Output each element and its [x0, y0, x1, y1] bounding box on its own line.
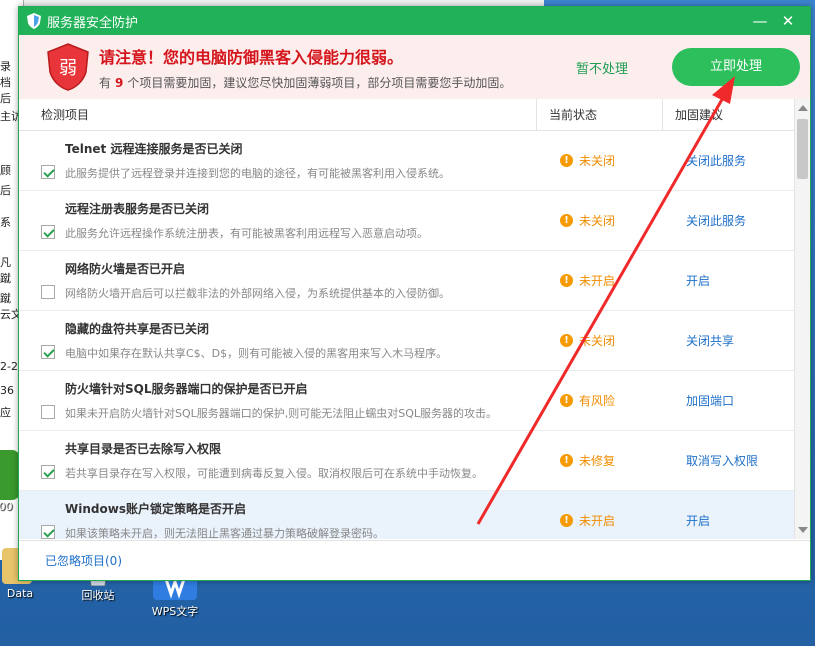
alert-subtext: 有 9 个项目需要加固，建议您尽快加固薄弱项目，部分项目需要您手动加固。 [99, 74, 576, 91]
table-row[interactable]: 防火墙针对SQL服务器端口的保护是否已开启如果未开启防火墙针对SQL服务器端口的… [19, 371, 810, 431]
row-status-text: 未关闭 [579, 214, 616, 228]
row-item-desc: 此服务提供了远程登录并连接到您的电脑的途径，有可能被黑客利用入侵系统。 [65, 167, 450, 180]
scroll-down-icon[interactable] [798, 527, 808, 533]
check-table: 检测项目 当前状态 加固建议 Telnet 远程连接服务是否已关闭此服务提供了远… [19, 99, 810, 539]
header-status: 当前状态 [536, 99, 662, 130]
scroll-thumb[interactable] [797, 119, 808, 179]
row-info: Windows账户锁定策略是否开启如果该策略未开启，则无法阻止黑客通过暴力策略破… [65, 500, 550, 539]
alert-banner: 弱 请注意！您的电脑防御黑客入侵能力很弱。 有 9 个项目需要加固，建议您尽快加固薄… [19, 35, 810, 99]
row-advice-link[interactable]: 关闭共享 [676, 332, 809, 349]
fix-now-button[interactable]: 立即处理 [672, 48, 800, 86]
row-advice-link[interactable]: 取消写入权限 [676, 452, 809, 469]
row-checkbox[interactable] [41, 164, 55, 179]
row-status-text: 未开启 [579, 274, 616, 288]
row-checkbox[interactable] [41, 464, 55, 479]
weak-item-count: 9 [115, 75, 124, 90]
desktop-icon-label: WPS文字 [151, 605, 199, 618]
dialog-title: 服务器安全防护 [47, 15, 139, 31]
row-info: 隐藏的盘符共享是否已关闭电脑中如果存在默认共享C$、D$，则有可能被入侵的黑客用… [65, 320, 550, 361]
table-header: 检测项目 当前状态 加固建议 [19, 99, 810, 131]
row-advice-link[interactable]: 关闭此服务 [676, 152, 809, 169]
row-advice-link[interactable]: 关闭此服务 [676, 212, 809, 229]
row-status-text: 未关闭 [579, 334, 616, 348]
table-body: Telnet 远程连接服务是否已关闭此服务提供了远程登录并连接到您的电脑的途径，… [19, 131, 810, 539]
row-checkbox[interactable] [41, 284, 55, 299]
row-item-name: 网络防火墙是否已开启 [65, 262, 186, 276]
desktop-icon-label: Data [6, 587, 34, 600]
warning-icon: ! [560, 514, 573, 527]
warning-icon: ! [560, 214, 573, 227]
dialog-footer: 已忽略项目(0) [19, 540, 810, 580]
security-dialog: 服务器安全防护 — ✕ 弱 请注意！您的电脑防御黑客入侵能力很弱。 有 9 个项目需… [18, 6, 811, 581]
row-checkbox[interactable] [41, 404, 55, 419]
weak-shield-icon: 弱 [47, 43, 89, 91]
row-info: 共享目录是否已去除写入权限若共享目录存在写入权限，可能遭到病毒反复入侵。取消权限… [65, 440, 550, 481]
close-button[interactable]: ✕ [774, 12, 802, 30]
warning-icon: ! [560, 274, 573, 287]
weak-badge-text: 弱 [59, 58, 77, 79]
row-info: 防火墙针对SQL服务器端口的保护是否已开启如果未开启防火墙针对SQL服务器端口的… [65, 380, 550, 421]
table-row[interactable]: 共享目录是否已去除写入权限若共享目录存在写入权限，可能遭到病毒反复入侵。取消权限… [19, 431, 810, 491]
alert-headline: 请注意！您的电脑防御黑客入侵能力很弱。 [99, 47, 404, 67]
row-status: ! 有风险 [550, 392, 676, 409]
row-status: ! 未修复 [550, 452, 676, 469]
row-checkbox[interactable] [41, 224, 55, 239]
row-item-desc: 此服务允许远程操作系统注册表，有可能被黑客利用远程写入恶意启动项。 [65, 227, 428, 240]
table-row[interactable]: Windows账户锁定策略是否开启如果该策略未开启，则无法阻止黑客通过暴力策略破… [19, 491, 810, 539]
table-row[interactable]: Telnet 远程连接服务是否已关闭此服务提供了远程登录并连接到您的电脑的途径，… [19, 131, 810, 191]
desktop-icon-label: 回收站 [81, 589, 115, 602]
row-item-desc: 如果未开启防火墙针对SQL服务器端口的保护,则可能无法阻止蠕虫对SQL服务器的攻… [65, 407, 498, 420]
row-item-desc: 若共享目录存在写入权限，可能遭到病毒反复入侵。取消权限后可在系统中手动恢复。 [65, 467, 483, 480]
warning-icon: ! [560, 334, 573, 347]
row-item-desc: 电脑中如果存在默认共享C$、D$，则有可能被入侵的黑客用来写入木马程序。 [65, 347, 448, 360]
row-advice-link[interactable]: 开启 [676, 272, 809, 289]
row-info: 远程注册表服务是否已关闭此服务允许远程操作系统注册表，有可能被黑客利用远程写入恶… [65, 200, 550, 241]
minimize-button[interactable]: — [746, 12, 774, 30]
row-item-name: Windows账户锁定策略是否开启 [65, 502, 246, 516]
vertical-scrollbar[interactable] [794, 99, 810, 539]
row-status-text: 有风险 [579, 394, 616, 408]
alert-sub-suffix: 个项目需要加固，建议您尽快加固薄弱项目，部分项目需要您手动加固。 [127, 75, 512, 90]
row-item-desc: 如果该策略未开启，则无法阻止黑客通过暴力策略破解登录密码。 [65, 527, 384, 539]
warning-icon: ! [560, 454, 573, 467]
table-row[interactable]: 隐藏的盘符共享是否已关闭电脑中如果存在默认共享C$、D$，则有可能被入侵的黑客用… [19, 311, 810, 371]
warning-icon: ! [560, 154, 573, 167]
row-item-name: Telnet 远程连接服务是否已关闭 [65, 142, 243, 156]
header-advice: 加固建议 [662, 99, 795, 130]
scroll-up-icon[interactable] [798, 105, 808, 111]
table-row[interactable]: 远程注册表服务是否已关闭此服务允许远程操作系统注册表，有可能被黑客利用远程写入恶… [19, 191, 810, 251]
row-status: ! 未关闭 [550, 152, 676, 169]
header-item: 检测项目 [41, 108, 90, 122]
row-advice-link[interactable]: 开启 [676, 512, 809, 529]
dialog-titlebar[interactable]: 服务器安全防护 — ✕ [19, 7, 810, 35]
warning-icon: ! [560, 394, 573, 407]
row-info: 网络防火墙是否已开启网络防火墙开启后可以拦截非法的外部网络入侵，为系统提供基本的… [65, 260, 550, 301]
row-item-name: 隐藏的盘符共享是否已关闭 [65, 322, 210, 336]
shield-icon [27, 13, 41, 29]
row-advice-link[interactable]: 加固端口 [676, 392, 809, 409]
alert-sub-prefix: 有 [99, 75, 112, 90]
ignore-now-link[interactable]: 暂不处理 [576, 58, 628, 77]
row-status: ! 未关闭 [550, 332, 676, 349]
table-row[interactable]: 网络防火墙是否已开启网络防火墙开启后可以拦截非法的外部网络入侵，为系统提供基本的… [19, 251, 810, 311]
row-status: ! 未开启 [550, 272, 676, 289]
row-status: ! 未开启 [550, 512, 676, 529]
desktop-app-icon[interactable] [0, 450, 20, 500]
row-item-desc: 网络防火墙开启后可以拦截非法的外部网络入侵，为系统提供基本的入侵防御。 [65, 287, 450, 300]
row-item-name: 共享目录是否已去除写入权限 [65, 442, 222, 456]
row-checkbox[interactable] [41, 344, 55, 359]
row-info: Telnet 远程连接服务是否已关闭此服务提供了远程登录并连接到您的电脑的途径，… [65, 140, 550, 181]
row-status-text: 未关闭 [579, 154, 616, 168]
row-checkbox[interactable] [41, 524, 55, 539]
row-item-name: 远程注册表服务是否已关闭 [65, 202, 210, 216]
row-status-text: 未开启 [579, 514, 616, 528]
row-status: ! 未关闭 [550, 212, 676, 229]
ignored-items-link[interactable]: 已忽略项目(0) [45, 552, 122, 569]
row-item-name: 防火墙针对SQL服务器端口的保护是否已开启 [65, 382, 308, 396]
row-status-text: 未修复 [579, 454, 616, 468]
